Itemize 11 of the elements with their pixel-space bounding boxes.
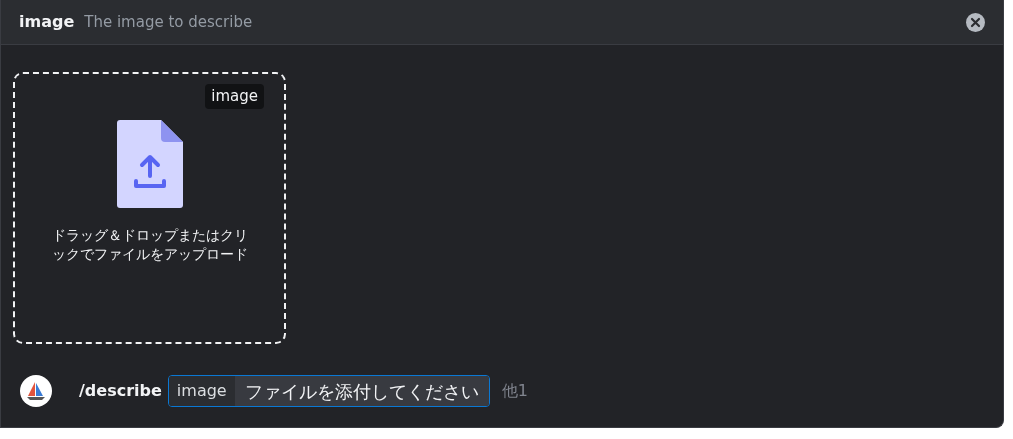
- option-name: image: [19, 11, 75, 33]
- more-options-count: 他1: [501, 380, 528, 402]
- option-description: The image to describe: [84, 11, 253, 33]
- command-input-field[interactable]: image ファイルを添付してください: [167, 375, 490, 407]
- close-icon[interactable]: [966, 12, 985, 32]
- bot-avatar-icon: [20, 375, 52, 407]
- command-name: /describe: [79, 380, 162, 402]
- file-upload-icon: [116, 120, 183, 208]
- upload-dropzone[interactable]: image ドラッグ＆ドロップまたはクリックでファイルをアップロード: [13, 72, 286, 344]
- option-tag: image: [205, 84, 264, 109]
- upload-instructions: ドラッグ＆ドロップまたはクリックでファイルをアップロード: [50, 226, 249, 264]
